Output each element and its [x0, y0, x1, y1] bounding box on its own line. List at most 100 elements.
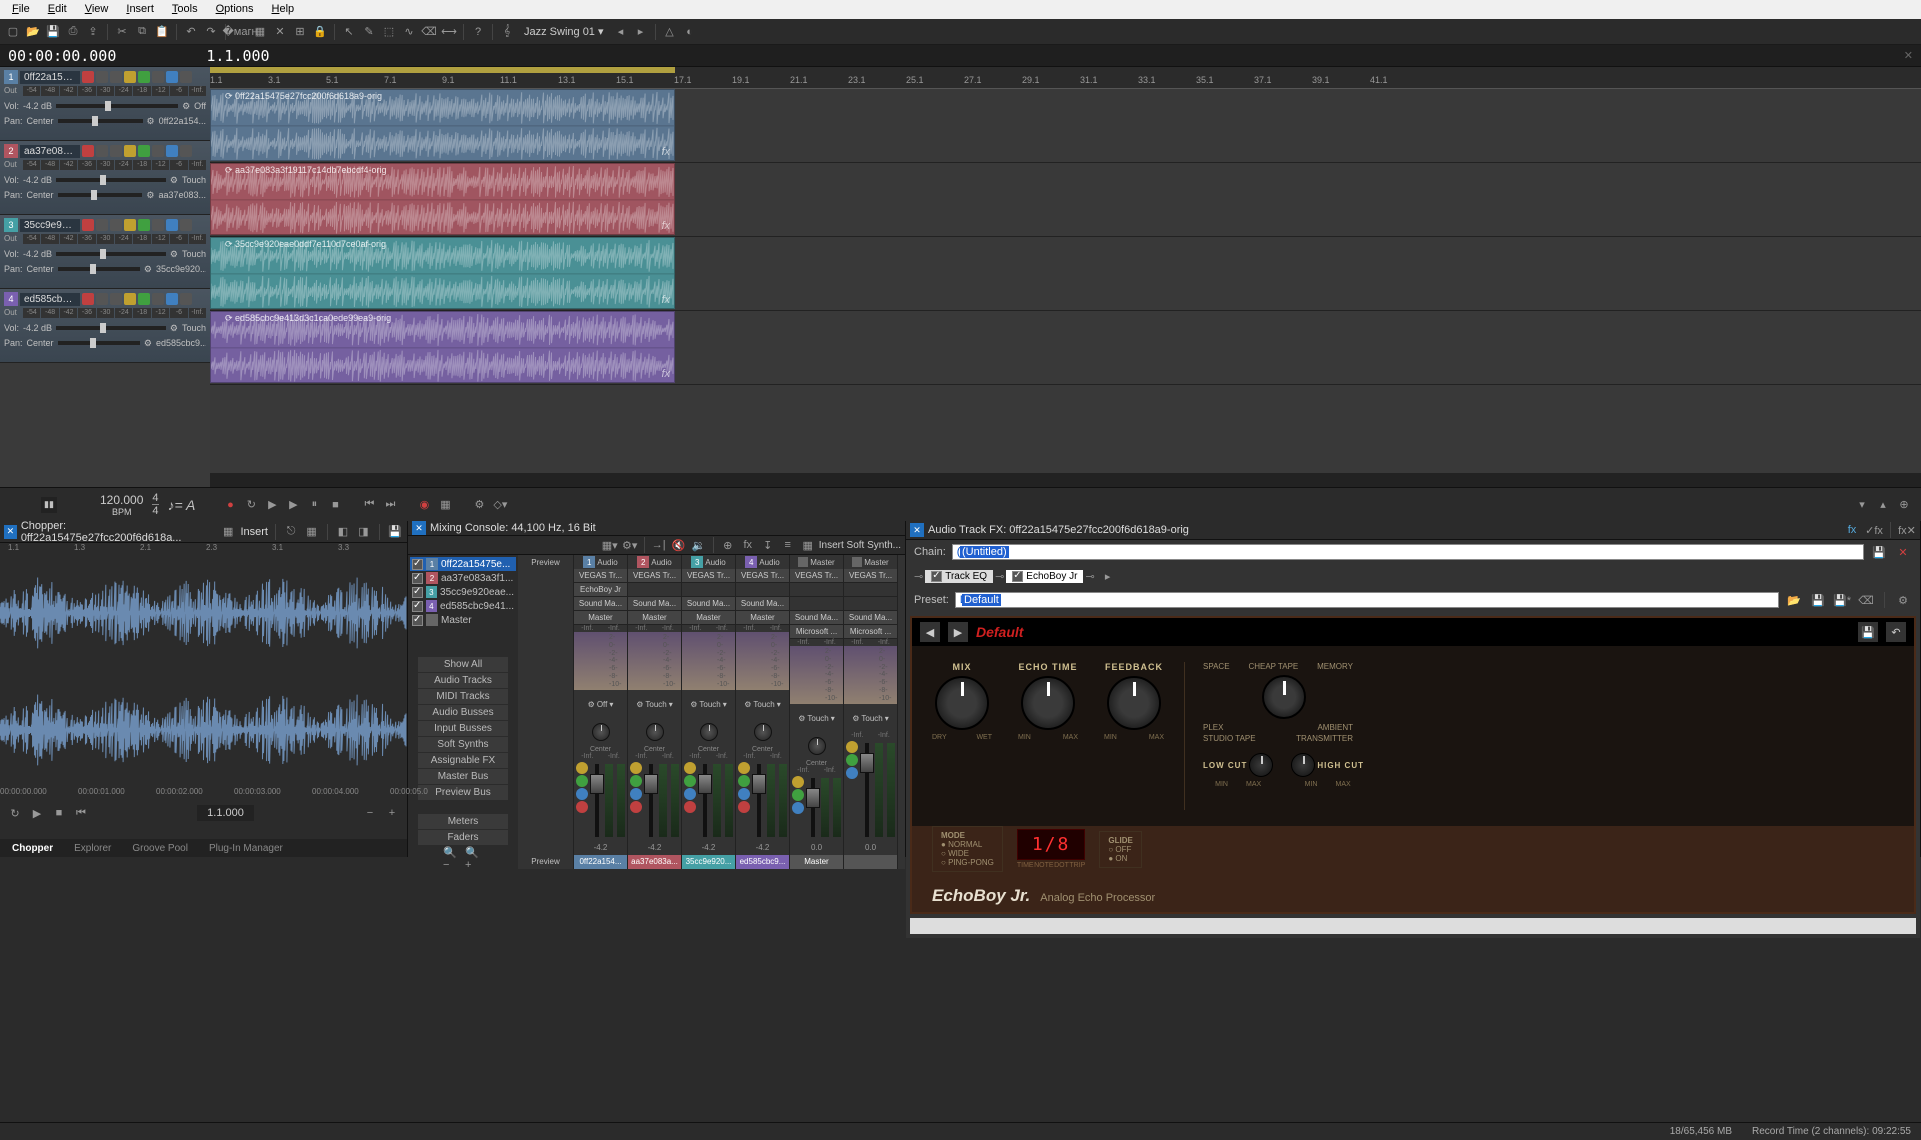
fader-thumb[interactable]: [698, 774, 712, 794]
chop-play-icon[interactable]: ▶: [28, 804, 46, 822]
fx-chain-icon[interactable]: fx: [1843, 521, 1861, 539]
mode-pingpong[interactable]: ○ PING-PONG: [941, 858, 994, 867]
track-lane[interactable]: ⟳ ed585cbc9e413d3c1ca0ede99ea9-orig fx: [210, 311, 1921, 385]
mixer-dim-icon[interactable]: 🔉: [690, 536, 708, 554]
strip-db[interactable]: -4.2: [628, 841, 681, 855]
auto-mode[interactable]: Touch: [699, 700, 720, 709]
strip-name[interactable]: 35cc9e920...: [682, 855, 735, 869]
zoom-in-icon[interactable]: +: [383, 804, 401, 822]
solo-icon[interactable]: [630, 775, 642, 787]
arm-record-icon[interactable]: [82, 71, 94, 83]
gear-icon[interactable]: ⚙: [170, 175, 178, 186]
strip-header[interactable]: 4Audio: [736, 555, 789, 569]
metronome-icon[interactable]: △: [661, 23, 679, 41]
send-icon[interactable]: ⚙: [144, 264, 152, 275]
mixer-view-button[interactable]: Meters: [418, 814, 508, 829]
strip-io[interactable]: Master: [574, 611, 627, 625]
mode-normal[interactable]: ● NORMAL: [941, 840, 994, 849]
arm-record-icon[interactable]: [82, 293, 94, 305]
pause-button[interactable]: ⏸: [305, 496, 323, 514]
strip-send[interactable]: Sound Ma...: [790, 611, 843, 625]
track-header[interactable]: 1 0ff22a1547... Out -54-48-42-36-30-24-1…: [0, 67, 210, 141]
send-icon[interactable]: ⚙: [147, 116, 155, 127]
vol-slider[interactable]: [56, 104, 178, 108]
chain-item-echoboy[interactable]: EchoBoy Jr: [1006, 570, 1083, 583]
fx-icon[interactable]: [166, 219, 178, 231]
new-icon[interactable]: ▢: [4, 23, 22, 41]
strip-io[interactable]: Master: [628, 611, 681, 625]
tab-explorer[interactable]: Explorer: [64, 841, 121, 856]
track-number[interactable]: 4: [4, 292, 18, 306]
glide-on[interactable]: ● ON: [1108, 854, 1132, 863]
checkbox-icon[interactable]: [931, 571, 942, 582]
track-name[interactable]: ed585cbc9e...: [20, 293, 80, 306]
send-name[interactable]: ed585cbc9...: [156, 338, 206, 348]
track-lane[interactable]: ⟳ 35cc9e920eae0ddf7e110d7ce0af-orig fx: [210, 237, 1921, 311]
track-number[interactable]: 1: [4, 70, 18, 84]
chopper-insert-icon[interactable]: ▦: [220, 523, 236, 541]
delete-preset-icon[interactable]: ⌫: [1857, 591, 1875, 609]
gear-icon[interactable]: ⚙: [170, 323, 178, 334]
mixer-filter-button[interactable]: Preview Bus: [418, 785, 508, 800]
dropdown-icon[interactable]: ▾: [609, 700, 613, 709]
mixer-view-icon[interactable]: ▦▾: [601, 536, 619, 554]
mixer-addinput-icon[interactable]: ↧: [759, 536, 777, 554]
solo-icon[interactable]: [138, 219, 150, 231]
pan-value[interactable]: Center: [27, 264, 54, 274]
fx-remove-icon[interactable]: fx✕: [1898, 521, 1916, 539]
zoom-in-height-icon[interactable]: ▾: [1853, 496, 1871, 514]
dropdown-icon[interactable]: ▾: [723, 700, 727, 709]
gear-icon[interactable]: ⚙: [636, 700, 643, 709]
vol-value[interactable]: -4.2 dB: [23, 323, 52, 333]
track-name[interactable]: 0ff22a1547...: [20, 71, 80, 84]
send-name[interactable]: 0ff22a154...: [159, 116, 206, 126]
highcut-knob[interactable]: [1291, 753, 1315, 777]
fader-thumb[interactable]: [752, 774, 766, 794]
strip-io[interactable]: Microsoft ...: [790, 625, 843, 639]
close-icon[interactable]: ✕: [4, 525, 17, 539]
insert-soft-synth[interactable]: Insert Soft Synth...: [819, 540, 901, 551]
menu-tools[interactable]: Tools: [164, 2, 206, 17]
mixer-gear-icon[interactable]: ⚙▾: [621, 536, 639, 554]
chopper-ruler-bottom[interactable]: 00:00:00.00000:00:01.00000:00:02.00000:0…: [0, 787, 407, 801]
zoom-marker-icon[interactable]: ⊕: [1895, 496, 1913, 514]
vol-slider[interactable]: [56, 178, 166, 182]
draw-tool-icon[interactable]: ✎: [360, 23, 378, 41]
pan-knob[interactable]: [700, 723, 718, 741]
strip-header[interactable]: 2Audio: [628, 555, 681, 569]
checkbox-icon[interactable]: [412, 587, 423, 598]
publish-icon[interactable]: ⇪: [84, 23, 102, 41]
pan-knob[interactable]: [754, 723, 772, 741]
tab-groove-pool[interactable]: Groove Pool: [122, 841, 198, 856]
style-knob[interactable]: [1262, 675, 1306, 719]
mixer-filter-button[interactable]: Audio Busses: [418, 705, 508, 720]
mixer-track-item[interactable]: 4 ed585cbc9e41...: [410, 599, 516, 613]
gear-icon[interactable]: ⚙: [798, 714, 805, 723]
mixer-track-item[interactable]: Master: [410, 613, 516, 627]
close-icon[interactable]: ✕: [1904, 49, 1913, 62]
fader[interactable]: [811, 778, 815, 837]
strip-insert-empty[interactable]: [628, 583, 681, 597]
pan-knob[interactable]: [646, 723, 664, 741]
solo-icon[interactable]: [738, 775, 750, 787]
lock-icon[interactable]: 🔒: [311, 23, 329, 41]
solo-icon[interactable]: [846, 754, 858, 766]
dot-label[interactable]: DOT: [1054, 862, 1069, 869]
loop-icon[interactable]: [110, 219, 122, 231]
key-icon[interactable]: ♪= A: [168, 497, 196, 513]
mixer-mute-icon[interactable]: 🔇: [670, 536, 688, 554]
stop-button[interactable]: ■: [326, 496, 344, 514]
chop-b-icon[interactable]: ◨: [355, 523, 371, 541]
checkbox-icon[interactable]: [412, 559, 423, 570]
strip-insert[interactable]: VEGAS Tr...: [844, 569, 897, 583]
loop-button[interactable]: ↻: [242, 496, 260, 514]
arm-icon[interactable]: [738, 801, 750, 813]
bpm-display[interactable]: 120.000 BPM: [100, 493, 143, 517]
checkbox-icon[interactable]: [412, 601, 423, 612]
auto-mode[interactable]: Off: [597, 700, 608, 709]
automation-mode[interactable]: Touch: [182, 175, 206, 185]
phase-icon[interactable]: [152, 145, 164, 157]
menu-view[interactable]: View: [77, 2, 117, 17]
rate-display[interactable]: ▮▮: [41, 497, 57, 513]
chop-loop-icon[interactable]: ↻: [6, 804, 24, 822]
